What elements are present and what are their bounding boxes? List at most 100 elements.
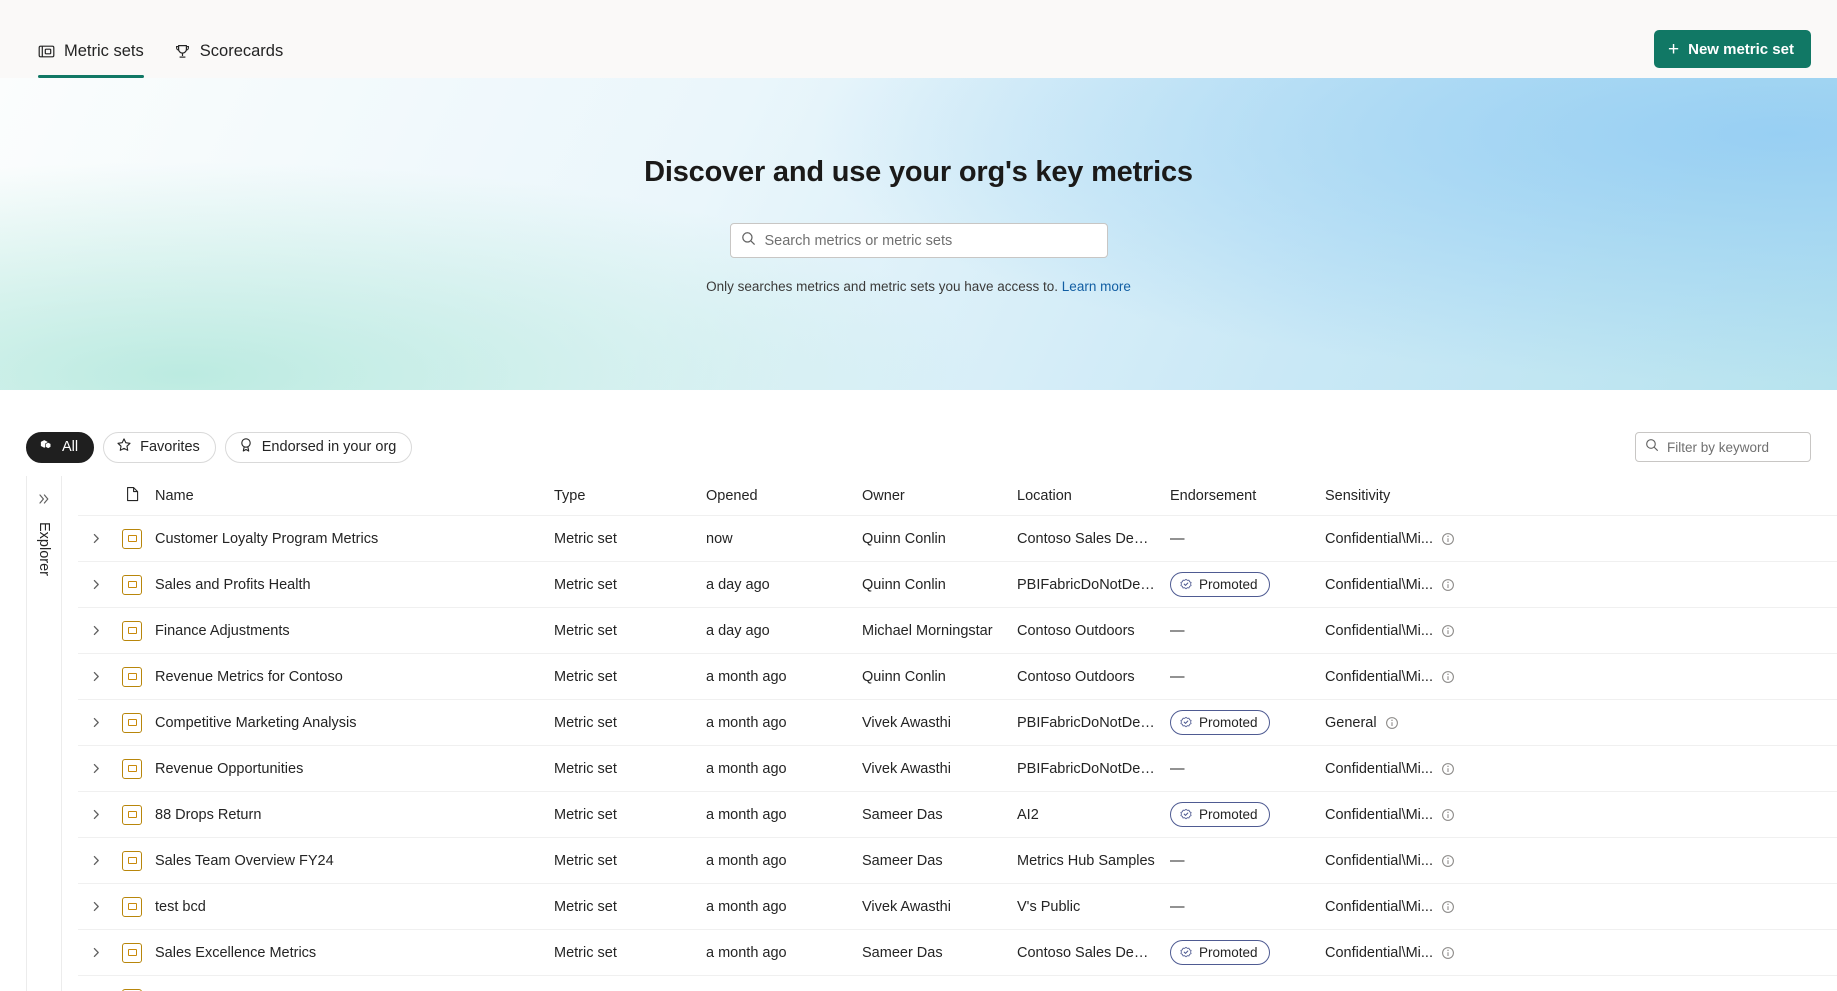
- row-sensitivity-label: Confidential\Mi...: [1325, 668, 1433, 685]
- table-row[interactable]: Revenue Metrics for Contoso Metric set a m…: [78, 654, 1837, 700]
- table-row[interactable]: test bcd Metric set a month ago Vivek Awast…: [78, 884, 1837, 930]
- row-expand-chevron-icon[interactable]: [78, 716, 114, 729]
- row-owner: Quinn Conlin: [862, 668, 946, 685]
- row-endorsement: Promoted: [1170, 802, 1325, 827]
- row-expand-chevron-icon[interactable]: [78, 762, 114, 775]
- row-expand-chevron-icon[interactable]: [78, 900, 114, 913]
- table-row[interactable]: 88 Drops Return Metric set a month ago Same…: [78, 792, 1837, 838]
- filter-pill-favorites[interactable]: Favorites: [103, 431, 216, 463]
- row-type-icon: [114, 896, 150, 917]
- row-expand-chevron-icon[interactable]: [78, 624, 114, 637]
- row-endorsement: —: [1170, 853, 1325, 869]
- row-type: Metric set: [554, 898, 617, 915]
- tab-scorecards[interactable]: Scorecards: [162, 0, 295, 78]
- info-icon[interactable]: [1441, 808, 1455, 822]
- row-name[interactable]: 88 Drops Return: [150, 807, 554, 823]
- row-name[interactable]: Sales and Profits Health: [150, 577, 554, 593]
- row-owner: Vivek Awasthi: [862, 898, 951, 915]
- info-icon[interactable]: [1441, 946, 1455, 960]
- row-expand-chevron-icon[interactable]: [78, 808, 114, 821]
- table-row[interactable]: Revenue Opportunities Metric set a month a…: [78, 746, 1837, 792]
- row-name[interactable]: Finance Adjustments: [150, 623, 554, 639]
- column-header-location[interactable]: Location: [1017, 488, 1170, 504]
- table-row[interactable]: Competitive Marketing Analysis Metric set…: [78, 700, 1837, 746]
- info-icon[interactable]: [1441, 624, 1455, 638]
- row-endorsement: —: [1170, 623, 1325, 639]
- endorsement-none: —: [1170, 668, 1185, 685]
- row-name[interactable]: Revenue Metrics for Contoso: [150, 669, 554, 685]
- row-sensitivity: Confidential\Mi...: [1325, 853, 1515, 869]
- row-owner: Vivek Awasthi: [862, 760, 951, 777]
- endorsement-badge: Promoted: [1170, 802, 1270, 827]
- row-name[interactable]: Competitive Marketing Analysis: [150, 715, 554, 731]
- column-header-name[interactable]: Name: [150, 488, 554, 504]
- row-owner: Sameer Das: [862, 806, 943, 823]
- row-sensitivity: Confidential\Mi...: [1325, 899, 1515, 915]
- row-location: Contoso Outdoors: [1017, 622, 1135, 639]
- info-icon[interactable]: [1441, 670, 1455, 684]
- row-sensitivity: Confidential\Mi...: [1325, 807, 1515, 823]
- row-sensitivity-label: Confidential\Mi...: [1325, 898, 1433, 915]
- table-row[interactable]: Sales Team Overview FY24 Metric set a mont…: [78, 838, 1837, 884]
- row-name[interactable]: test bcd: [150, 899, 554, 915]
- tab-metric-sets[interactable]: Metric sets: [26, 0, 156, 78]
- table-row[interactable]: Customer Loyalty Program Metrics Metric s…: [78, 516, 1837, 562]
- info-icon[interactable]: [1441, 854, 1455, 868]
- info-icon[interactable]: [1441, 900, 1455, 914]
- column-header-opened[interactable]: Opened: [706, 488, 862, 504]
- search-input[interactable]: [764, 232, 1097, 249]
- row-expand-chevron-icon[interactable]: [78, 670, 114, 683]
- explorer-rail[interactable]: Explorer: [26, 476, 62, 991]
- endorsement-label: Promoted: [1199, 807, 1258, 822]
- table-row-partial[interactable]: [78, 976, 1837, 991]
- trophy-icon: [174, 43, 191, 60]
- endorsement-badge: Promoted: [1170, 940, 1270, 965]
- row-type-icon: [114, 666, 150, 687]
- info-icon[interactable]: [1441, 532, 1455, 546]
- row-expand-chevron-icon[interactable]: [78, 854, 114, 867]
- row-expand-chevron-icon[interactable]: [78, 946, 114, 959]
- keyword-filter-box[interactable]: [1635, 432, 1837, 462]
- column-header-type[interactable]: Type: [554, 488, 706, 504]
- filter-pill-all[interactable]: All: [26, 431, 95, 463]
- row-name[interactable]: Sales Team Overview FY24: [150, 853, 554, 869]
- row-endorsement: Promoted: [1170, 710, 1325, 735]
- info-icon[interactable]: [1441, 578, 1455, 592]
- hero-search-box[interactable]: [729, 223, 1108, 258]
- row-name[interactable]: Revenue Opportunities: [150, 761, 554, 777]
- endorsement-label: Promoted: [1199, 577, 1258, 592]
- table-row[interactable]: Sales Excellence Metrics Metric set a mont…: [78, 930, 1837, 976]
- table-row[interactable]: Sales and Profits Health Metric set a day …: [78, 562, 1837, 608]
- row-name[interactable]: Sales Excellence Metrics: [150, 945, 554, 961]
- learn-more-link[interactable]: Learn more: [1062, 279, 1131, 294]
- column-header-endorsement[interactable]: Endorsement: [1170, 488, 1325, 504]
- metric-set-row-icon: [122, 666, 142, 687]
- endorsement-label: Promoted: [1199, 715, 1258, 730]
- table-row[interactable]: Finance Adjustments Metric set a day ago Mi…: [78, 608, 1837, 654]
- row-name[interactable]: Customer Loyalty Program Metrics: [150, 531, 554, 547]
- metric-sets-table: Name Type Opened Owner Location Endorsem…: [78, 476, 1837, 991]
- row-location: PBIFabricDoNotDelete: [1017, 714, 1164, 731]
- row-expand-chevron-icon[interactable]: [78, 578, 114, 591]
- info-icon[interactable]: [1441, 762, 1455, 776]
- page-title: Discover and use your org's key metrics: [644, 156, 1193, 188]
- row-location: PBIFabricDoNotDelete: [1017, 760, 1164, 777]
- keyword-filter-input[interactable]: [1667, 439, 1837, 455]
- chevron-double-right-icon[interactable]: [37, 492, 51, 511]
- row-endorsement: —: [1170, 899, 1325, 915]
- row-type: Metric set: [554, 852, 617, 869]
- column-header-owner[interactable]: Owner: [862, 488, 1017, 504]
- column-header-sensitivity[interactable]: Sensitivity: [1325, 488, 1515, 504]
- row-owner: Quinn Conlin: [862, 530, 946, 547]
- row-expand-chevron-icon[interactable]: [78, 532, 114, 545]
- row-sensitivity-label: Confidential\Mi...: [1325, 806, 1433, 823]
- row-sensitivity-label: Confidential\Mi...: [1325, 530, 1433, 547]
- info-icon[interactable]: [1385, 716, 1399, 730]
- filter-toolbar: All Favorites Endorsed in your org: [0, 390, 1837, 476]
- filter-pill-label: Favorites: [140, 439, 200, 455]
- filter-pill-endorsed[interactable]: Endorsed in your org: [224, 431, 413, 463]
- row-opened: a month ago: [706, 944, 787, 961]
- row-sensitivity-label: Confidential\Mi...: [1325, 852, 1433, 869]
- new-metric-set-button[interactable]: + New metric set: [1654, 30, 1811, 68]
- row-opened: a month ago: [706, 760, 787, 777]
